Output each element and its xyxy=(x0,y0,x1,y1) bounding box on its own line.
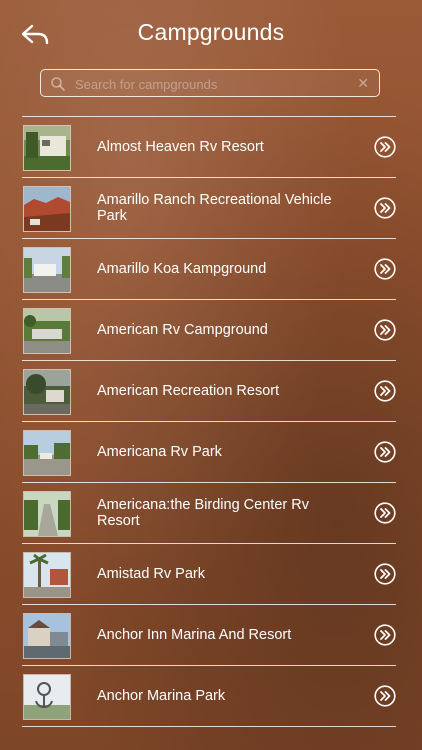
chevron-double-right-icon[interactable] xyxy=(374,197,396,219)
search-bar[interactable]: ✕ xyxy=(40,69,380,97)
chevron-double-right-icon[interactable] xyxy=(374,136,396,158)
search-input[interactable] xyxy=(73,73,347,95)
campground-name: Americana:the Birding Center Rv Resort xyxy=(97,497,309,529)
search-icon xyxy=(51,77,65,91)
chevron-double-right-icon[interactable] xyxy=(374,441,396,463)
campground-thumbnail xyxy=(23,369,71,415)
chevron-double-right-icon[interactable] xyxy=(374,258,396,280)
chevron-double-right-icon[interactable] xyxy=(374,380,396,402)
list-item[interactable]: Amarillo Koa Kampground xyxy=(22,239,396,300)
list-item[interactable]: Almost Heaven Rv Resort xyxy=(22,117,396,178)
list-item[interactable]: Americana Rv Park xyxy=(22,422,396,483)
campground-name: Anchor Inn Marina And Resort xyxy=(97,627,292,643)
list-item[interactable]: Anchor Inn Marina And Resort xyxy=(22,605,396,666)
campground-name: American Rv Campground xyxy=(97,322,268,338)
campground-thumbnail xyxy=(23,491,71,537)
header: Campgrounds xyxy=(0,0,422,68)
campground-name: Anchor Marina Park xyxy=(97,688,226,704)
campground-thumbnail xyxy=(23,125,71,171)
chevron-double-right-icon[interactable] xyxy=(374,624,396,646)
clear-icon[interactable]: ✕ xyxy=(357,75,369,92)
list-item[interactable]: American Recreation Resort xyxy=(22,361,396,422)
page-title: Campgrounds xyxy=(137,19,285,45)
chevron-double-right-icon[interactable] xyxy=(374,319,396,341)
list-item[interactable]: American Rv Campground xyxy=(22,300,396,361)
campground-name: Amarillo Koa Kampground xyxy=(97,261,267,277)
campground-name: Amarillo Ranch Recreational Vehicle Park xyxy=(97,192,332,224)
chevron-double-right-icon[interactable] xyxy=(374,563,396,585)
list-item[interactable]: Amistad Rv Park xyxy=(22,544,396,605)
campground-name: Almost Heaven Rv Resort xyxy=(97,139,264,155)
list-item[interactable]: Amarillo Ranch Recreational Vehicle Park xyxy=(22,178,396,239)
chevron-double-right-icon[interactable] xyxy=(374,502,396,524)
campground-thumbnail xyxy=(23,674,71,720)
campground-thumbnail xyxy=(23,247,71,293)
campground-list: Almost Heaven Rv Resort Amarillo Ranch R… xyxy=(22,116,396,727)
chevron-double-right-icon[interactable] xyxy=(374,685,396,707)
campground-thumbnail xyxy=(23,430,71,476)
campground-thumbnail xyxy=(23,308,71,354)
campground-name: Americana Rv Park xyxy=(97,444,222,460)
list-item[interactable]: Americana:the Birding Center Rv Resort xyxy=(22,483,396,544)
campground-name: American Recreation Resort xyxy=(97,383,280,399)
campground-thumbnail xyxy=(23,552,71,598)
campground-name: Amistad Rv Park xyxy=(97,566,205,582)
campground-thumbnail xyxy=(23,186,71,232)
campground-thumbnail xyxy=(23,613,71,659)
list-item[interactable]: Anchor Marina Park xyxy=(22,666,396,727)
